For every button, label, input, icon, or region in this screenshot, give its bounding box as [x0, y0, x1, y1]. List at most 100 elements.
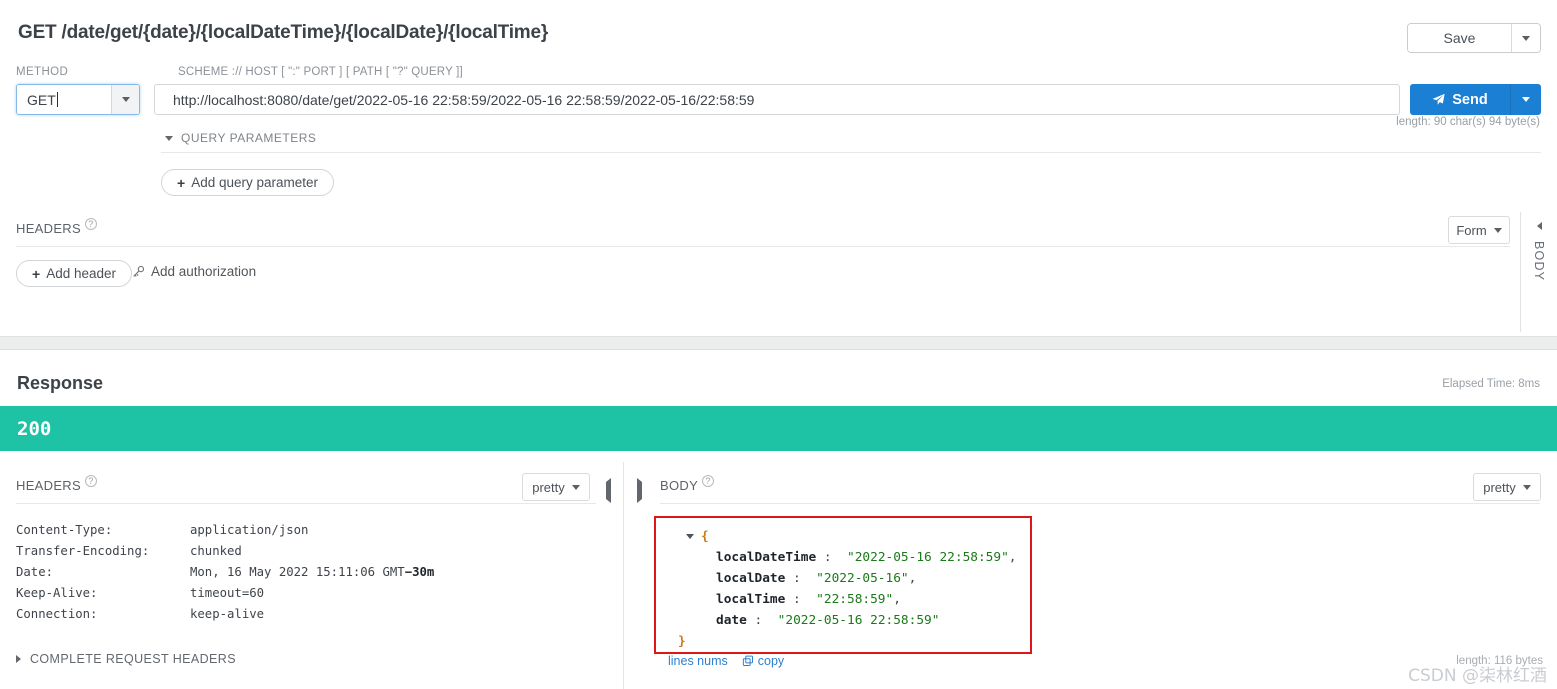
elapsed-time: Elapsed Time: 8ms	[1442, 378, 1540, 390]
chevron-down-icon	[1522, 97, 1530, 102]
divider	[16, 503, 596, 504]
json-root-line: {	[656, 526, 1030, 547]
json-entry: date : "2022-05-16 22:58:59"	[656, 610, 1030, 631]
header-name: Keep-Alive:	[16, 586, 190, 600]
method-dropdown-button[interactable]	[111, 85, 139, 114]
table-row: Keep-Alive: timeout=60	[16, 582, 434, 603]
lines-nums-button[interactable]: lines nums	[668, 654, 728, 668]
divider	[623, 462, 624, 689]
method-label: METHOD	[16, 66, 68, 78]
collapse-left-icon[interactable]	[1537, 222, 1542, 230]
divider	[660, 503, 1540, 504]
table-row: Date: Mon, 16 May 2022 15:11:06 GMT −30m	[16, 561, 434, 582]
json-key: localTime	[716, 592, 785, 607]
header-value: chunked	[190, 544, 242, 558]
json-comma: ,	[893, 592, 901, 607]
json-value: "22:58:59"	[816, 592, 893, 607]
copy-icon	[742, 655, 754, 667]
json-entry: localTime : "22:58:59",	[656, 589, 1030, 610]
response-body-label-group: BODY ?	[660, 478, 714, 493]
collapse-node-icon[interactable]	[686, 534, 694, 539]
table-row: Content-Type: application/json	[16, 519, 434, 540]
add-authorization-button[interactable]: Add authorization	[132, 264, 256, 279]
send-button-group[interactable]: Send	[1410, 84, 1541, 115]
copy-button[interactable]: copy	[742, 654, 784, 668]
method-input-value: GET	[27, 92, 56, 108]
send-dropdown-button[interactable]	[1511, 84, 1541, 115]
chevron-down-icon	[1494, 228, 1502, 233]
json-comma: ,	[909, 571, 917, 586]
chevron-down-icon	[572, 485, 580, 490]
collapse-headers-button[interactable]	[606, 482, 611, 500]
add-query-parameter-button[interactable]: + Add query parameter	[161, 169, 334, 196]
header-value: Mon, 16 May 2022 15:11:06 GMT	[190, 565, 405, 579]
chevron-down-icon	[1523, 485, 1531, 490]
json-separator: :	[816, 550, 847, 565]
response-headers-format-value: pretty	[532, 480, 565, 495]
divider	[16, 246, 1510, 247]
question-mark-icon[interactable]: ?	[85, 475, 97, 487]
add-header-label: Add header	[46, 266, 116, 281]
add-header-button[interactable]: + Add header	[16, 260, 132, 287]
json-key: localDate	[716, 571, 785, 586]
question-mark-icon[interactable]: ?	[702, 475, 714, 487]
query-parameters-section-toggle[interactable]: QUERY PARAMETERS	[165, 131, 316, 145]
json-comma: ,	[1009, 550, 1017, 565]
header-name: Transfer-Encoding:	[16, 544, 190, 558]
header-name: Connection:	[16, 607, 190, 621]
status-code: 200	[17, 418, 51, 440]
collapse-left-icon	[606, 478, 611, 503]
expand-body-button[interactable]	[637, 482, 642, 500]
complete-request-headers-toggle[interactable]: COMPLETE REQUEST HEADERS	[16, 652, 236, 666]
chevron-down-icon	[165, 136, 173, 141]
json-key: localDateTime	[716, 550, 816, 565]
json-value: "2022-05-16"	[816, 571, 908, 586]
request-headers-label-group: HEADERS ?	[16, 221, 97, 236]
table-row: Connection: keep-alive	[16, 603, 434, 624]
complete-request-headers-label: COMPLETE REQUEST HEADERS	[30, 652, 236, 666]
response-headers-label-group: HEADERS ?	[16, 478, 97, 493]
url-length-note: length: 90 char(s) 94 byte(s)	[1396, 116, 1540, 128]
json-separator: :	[785, 571, 816, 586]
response-body-format-select[interactable]: pretty	[1473, 473, 1541, 501]
json-value: "2022-05-16 22:58:59"	[778, 613, 940, 628]
header-value: timeout=60	[190, 586, 264, 600]
save-dropdown-button[interactable]	[1512, 24, 1540, 52]
send-button-label: Send	[1452, 92, 1487, 108]
headers-format-select[interactable]: Form	[1448, 216, 1510, 244]
json-close-line: }	[656, 631, 1030, 652]
key-icon	[132, 265, 145, 278]
method-input[interactable]: GET	[17, 85, 111, 114]
question-mark-icon[interactable]: ?	[85, 218, 97, 230]
header-name: Date:	[16, 565, 190, 579]
save-button[interactable]: Save	[1408, 24, 1512, 52]
response-body-json: { localDateTime : "2022-05-16 22:58:59",…	[654, 516, 1032, 654]
url-input-value: http://localhost:8080/date/get/2022-05-1…	[173, 92, 754, 108]
url-format-label: SCHEME :// HOST [ ":" PORT ] [ PATH [ "?…	[178, 66, 463, 78]
response-headers-format-select[interactable]: pretty	[522, 473, 590, 501]
expand-right-icon	[637, 478, 642, 503]
url-input[interactable]: http://localhost:8080/date/get/2022-05-1…	[154, 84, 1400, 115]
expand-right-icon	[16, 655, 21, 663]
json-open-brace: {	[701, 529, 709, 544]
request-pane: GET /date/get/{date}/{localDateTime}/{lo…	[0, 0, 1557, 336]
tab-body[interactable]: BODY	[1532, 241, 1546, 281]
method-select[interactable]: GET	[16, 84, 140, 115]
save-button-group[interactable]: Save	[1407, 23, 1541, 53]
divider	[161, 152, 1541, 153]
paper-plane-icon	[1432, 93, 1445, 106]
chevron-down-icon	[122, 97, 130, 102]
response-headers-table: Content-Type: application/json Transfer-…	[16, 519, 434, 624]
response-body-format-value: pretty	[1483, 480, 1516, 495]
json-value: "2022-05-16 22:58:59"	[847, 550, 1009, 565]
body-side-panel: BODY	[1520, 212, 1557, 332]
chevron-down-icon	[1522, 36, 1530, 41]
table-row: Transfer-Encoding: chunked	[16, 540, 434, 561]
header-value: keep-alive	[190, 607, 264, 621]
watermark: CSDN @柒林红酒	[1408, 661, 1547, 686]
send-button[interactable]: Send	[1410, 84, 1511, 115]
plus-icon: +	[32, 266, 40, 282]
request-headers-label: HEADERS	[16, 221, 81, 236]
json-separator: :	[785, 592, 816, 607]
json-key: date	[716, 613, 747, 628]
